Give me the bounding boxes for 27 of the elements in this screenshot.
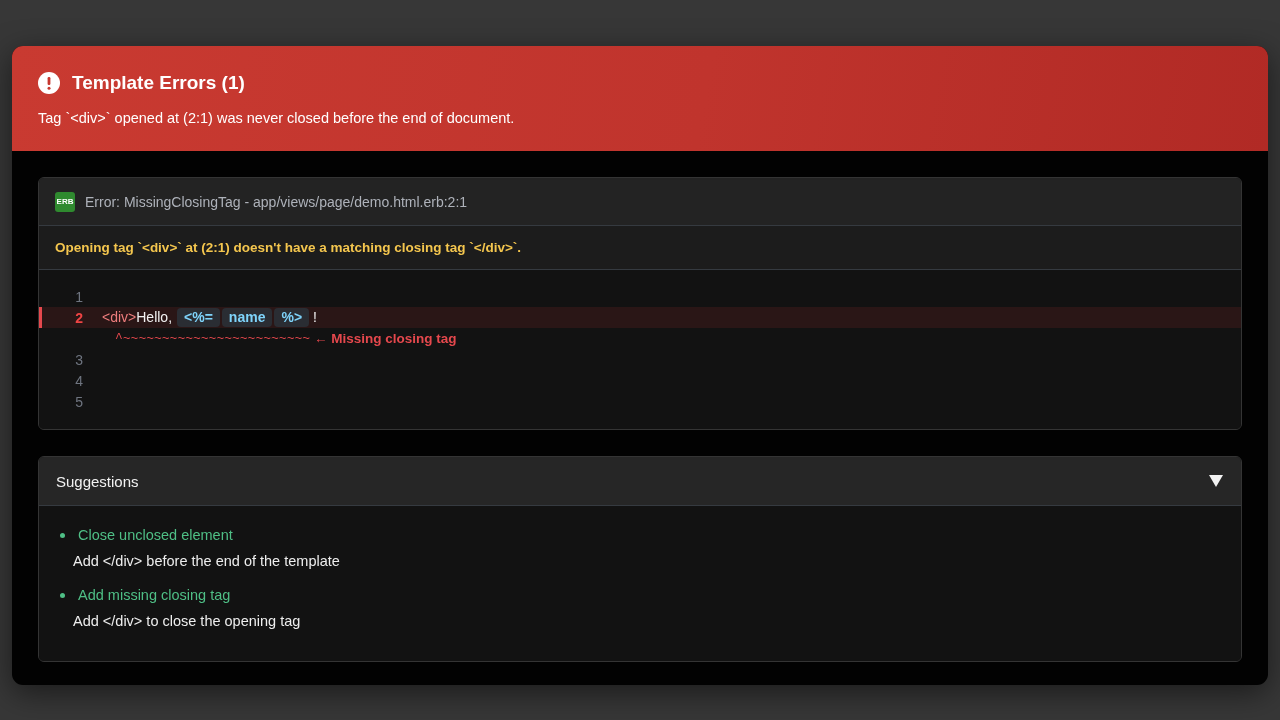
pointer-note: ← Missing closing tag [314,331,457,346]
overlay-message: Tag `<div>` opened at (2:1) was never closed before the end of document. [38,109,516,128]
suggestion-detail: Add </div> before the end of the template [72,552,341,571]
alert-icon [38,72,60,94]
file-type-badge: ERB [55,191,75,212]
overlay-title: Template Errors (1) [72,71,245,95]
line-number: 1 [74,288,83,305]
line-number: 5 [74,393,83,410]
bullet-icon [60,592,65,598]
suggestions-header[interactable]: Suggestions [39,457,1241,506]
caret-icon[interactable] [1209,475,1223,487]
line-number: 3 [74,351,83,368]
error-pointer: ^~~~~~~~~~~~~~~~~~~~~~~~~ [115,331,311,346]
code-text: Hello, [136,308,173,327]
suggestion-title: Close unclosed element [78,526,233,545]
line-number: 2 [74,309,83,326]
line-number: 4 [74,372,83,389]
erb-token: <%= [177,308,220,327]
error-message: Opening tag `<div>` at (2:1) doesn't have a matching closing tag `</div>`. [55,240,522,255]
suggestion-title: Add missing closing tag [78,586,231,605]
erb-token: name [221,308,273,327]
error-title: Error: MissingClosingTag - app/views/page/demo.html.erb:2:1 [85,193,468,210]
erb-token: %> [274,308,310,327]
code-text: ! [313,308,317,327]
bullet-icon [60,532,65,538]
suggestion-detail: Add </div> to close the opening tag [72,612,302,631]
html-tag-text: <div> [102,308,137,327]
